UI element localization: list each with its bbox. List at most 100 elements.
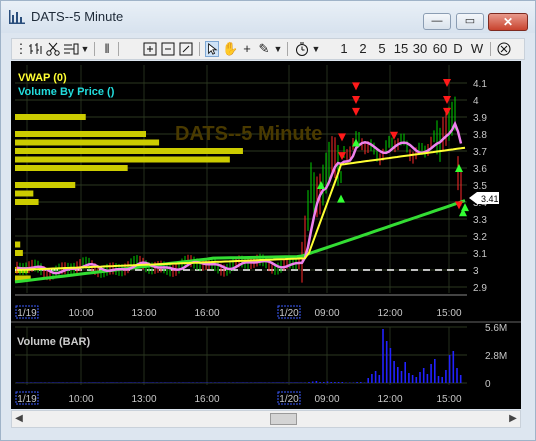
toolbar-separator <box>199 42 200 56</box>
toolbar-separator <box>118 42 119 56</box>
sell-signal-marker <box>455 201 463 210</box>
price-tick-label: 4 <box>473 96 479 107</box>
volume-by-price-bar <box>15 241 21 248</box>
price-chart[interactable]: DATS--5 Minute VWAP (0) Volume By Price … <box>11 61 521 409</box>
volume-by-price-bar <box>15 156 230 163</box>
sell-signal-marker <box>443 107 451 116</box>
volume-by-price-bar <box>15 131 146 137</box>
chart-watermark: DATS--5 Minute <box>175 123 322 145</box>
moving-average-line <box>16 120 463 275</box>
time-tick-label: 16:00 <box>194 308 219 319</box>
draw-tool-dropdown-icon[interactable]: ▼ <box>273 41 283 57</box>
chart-style-dropdown-icon[interactable]: ▼ <box>80 41 90 57</box>
time-tick-label: 12:00 <box>377 308 402 319</box>
zoom-out-icon[interactable] <box>160 41 176 57</box>
clock-icon[interactable] <box>294 41 310 57</box>
time-tick-label: 16:00 <box>194 394 219 405</box>
time-tick-label: 09:00 <box>314 394 339 405</box>
toolbar-separator <box>287 42 288 56</box>
volume-tick-label: 5.6M <box>485 323 507 334</box>
drag-handle-icon[interactable]: ⋮ <box>14 41 28 57</box>
timeframe-15[interactable]: 15 <box>392 41 410 57</box>
price-axis: 4.143.93.83.73.63.53.43.33.23.132.9 <box>473 79 487 294</box>
volume-axis: 5.6M 2.8M 0 <box>485 323 507 390</box>
sell-signal-marker <box>352 82 360 91</box>
volume-tick-label: 0 <box>485 379 491 390</box>
time-tick-label: 10:00 <box>68 308 93 319</box>
interval-dropdown-icon[interactable]: ▼ <box>311 41 321 57</box>
price-tick-label: 3 <box>473 266 479 277</box>
scroll-left-icon[interactable]: ◀ <box>12 411 26 427</box>
hand-tool-icon[interactable]: ✋ <box>222 41 238 57</box>
chart-toolbar: ⋮ ▼ ‖ ✋ + ✎ ▼ ▼ 1 2 5 15 30 60 D W <box>11 38 525 60</box>
toolbar-separator <box>94 42 95 56</box>
scroll-thumb[interactable] <box>270 413 297 425</box>
bar-chart-icon[interactable] <box>28 41 44 57</box>
timeframe-5[interactable]: 5 <box>373 41 391 57</box>
time-tick-label: 1/19 <box>17 308 37 319</box>
zoom-in-icon[interactable] <box>142 41 158 57</box>
price-tick-label: 2.9 <box>473 283 487 294</box>
time-tick-label: 13:00 <box>131 394 156 405</box>
volume-by-price-legend: Volume By Price () <box>18 86 115 98</box>
volume-time-axis: 1/19 10:00 13:00 16:00 1/20 09:00 12:00 15:00 <box>15 391 462 405</box>
maximize-button[interactable]: ▭ <box>456 13 484 30</box>
price-tick-label: 3.8 <box>473 130 487 141</box>
price-tick-label: 3.6 <box>473 164 487 175</box>
price-tick-label: 3.2 <box>473 232 487 243</box>
minimize-button[interactable]: — <box>423 13 451 30</box>
title-bar[interactable]: DATS--5 Minute — ▭ ✕ <box>1 1 535 33</box>
sell-signal-marker <box>338 133 346 142</box>
time-tick-label: 15:00 <box>436 308 461 319</box>
vwap-legend: VWAP (0) <box>18 72 67 84</box>
time-tick-label: 13:00 <box>131 308 156 319</box>
price-tick-label: 4.1 <box>473 79 487 90</box>
scissors-icon[interactable] <box>45 41 61 57</box>
time-tick-label: 1/20 <box>279 394 299 405</box>
close-button[interactable]: ✕ <box>488 13 528 31</box>
time-tick-label: 09:00 <box>314 308 339 319</box>
volume-by-price-bar <box>15 190 34 197</box>
sell-signal-marker <box>352 107 360 116</box>
timeframe-30[interactable]: 30 <box>410 41 430 57</box>
sell-signal-marker <box>338 152 346 161</box>
timeframe-60[interactable]: 60 <box>430 41 450 57</box>
timeframe-2[interactable]: 2 <box>354 41 372 57</box>
scroll-right-icon[interactable]: ▶ <box>506 411 520 427</box>
time-tick-label: 1/20 <box>279 308 299 319</box>
close-chart-icon[interactable] <box>496 41 512 57</box>
timeframe-1[interactable]: 1 <box>334 41 354 57</box>
volume-by-price-bar <box>15 182 76 188</box>
volume-by-price-bar <box>15 148 243 154</box>
timeframe-weekly[interactable]: W <box>468 41 486 57</box>
sell-signal-marker <box>390 131 398 140</box>
fit-chart-icon[interactable] <box>178 41 194 57</box>
toolbar-separator <box>490 42 491 56</box>
volume-panel-title: Volume (BAR) <box>17 336 90 348</box>
buy-signal-marker <box>337 194 345 203</box>
crosshair-tool-icon[interactable]: + <box>240 41 254 57</box>
price-tick-label: 3.3 <box>473 215 487 226</box>
volume-by-price-bar <box>15 165 128 171</box>
price-tick-label: 3.5 <box>473 181 487 192</box>
timeframe-daily[interactable]: D <box>450 41 466 57</box>
volume-by-price-bar <box>15 139 160 146</box>
pause-icon[interactable]: ‖ <box>101 41 113 57</box>
pointer-tool-icon[interactable] <box>205 41 219 57</box>
time-tick-label: 10:00 <box>68 394 93 405</box>
chart-style-icon[interactable] <box>62 41 80 57</box>
window-title: DATS--5 Minute <box>31 9 124 24</box>
price-time-axis: 1/19 10:00 13:00 16:00 1/20 09:00 12:00 15:00 <box>15 305 462 319</box>
time-tick-label: 15:00 <box>436 394 461 405</box>
horizontal-scrollbar[interactable]: ◀ ▶ <box>11 410 521 428</box>
time-tick-label: 1/19 <box>17 394 37 405</box>
time-tick-label: 12:00 <box>377 394 402 405</box>
last-price-label: 3.41 <box>481 194 499 204</box>
volume-by-price-bar <box>15 250 23 256</box>
chart-app-icon <box>9 10 25 24</box>
price-tick-label: 3.7 <box>473 147 487 158</box>
price-tick-label: 3.9 <box>473 113 487 124</box>
volume-tick-label: 2.8M <box>485 351 507 362</box>
volume-by-price-bar <box>15 199 39 205</box>
pencil-tool-icon[interactable]: ✎ <box>257 41 271 57</box>
